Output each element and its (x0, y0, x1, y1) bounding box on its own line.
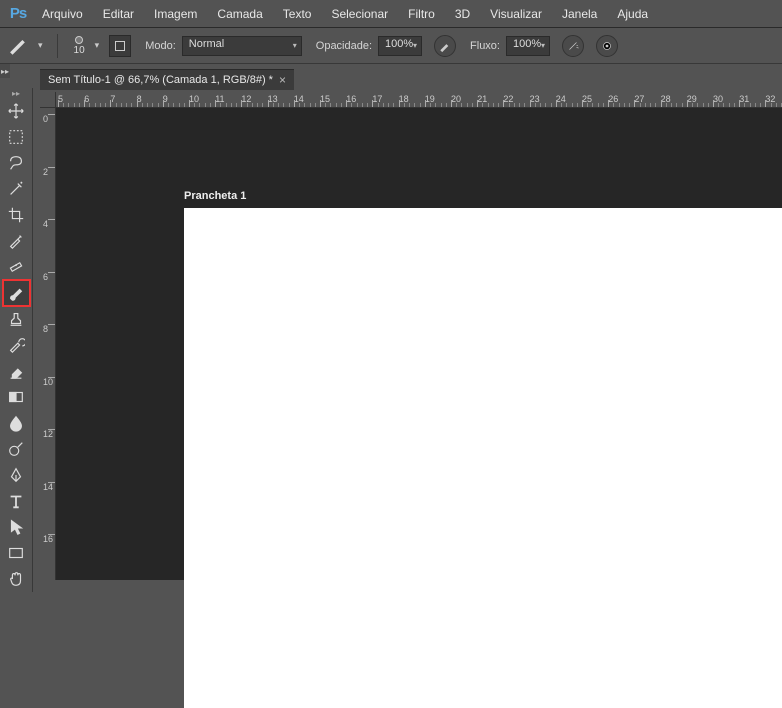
healing-tool[interactable] (3, 254, 30, 280)
app-logo: Ps (4, 3, 32, 25)
panel-collapse-icon[interactable]: ▸▸ (0, 64, 10, 78)
history-brush-tool[interactable] (3, 332, 30, 358)
opacity-label: Opacidade: (316, 40, 372, 52)
eraser-tool[interactable] (3, 358, 30, 384)
eyedropper-tool[interactable] (3, 228, 30, 254)
mode-label: Modo: (145, 40, 176, 52)
airbrush-toggle[interactable] (562, 35, 584, 57)
brush-preset-picker[interactable]: 10 (74, 36, 85, 56)
ruler-tick: 16 (43, 534, 53, 544)
dodge-tool[interactable] (3, 436, 30, 462)
document-tab-title: Sem Título-1 @ 66,7% (Camada 1, RGB/8#) … (48, 74, 273, 86)
ruler-tick: 0 (43, 114, 48, 124)
path-select-tool[interactable] (3, 514, 30, 540)
gradient-tool[interactable] (3, 384, 30, 410)
ruler-vertical[interactable]: 0 2 4 6 8 10 12 14 16 (40, 108, 56, 580)
blur-tool[interactable] (3, 410, 30, 436)
menubar: Ps Arquivo Editar Imagem Camada Texto Se… (0, 0, 782, 28)
close-tab-icon[interactable]: × (279, 73, 286, 87)
chevron-down-icon: ▾ (413, 41, 417, 50)
pressure-size-toggle[interactable] (596, 35, 618, 57)
menu-editar[interactable]: Editar (93, 3, 144, 25)
ruler-tick: 12 (43, 429, 53, 439)
brush-dot-icon (75, 36, 83, 44)
flow-value: 100% (513, 38, 541, 50)
ruler-horizontal[interactable]: 5678910111213141516171819202122232425262… (56, 92, 782, 108)
menu-visualizar[interactable]: Visualizar (480, 3, 552, 25)
brush-dropdown-icon[interactable]: ▾ (91, 40, 104, 51)
pen-tool[interactable] (3, 462, 30, 488)
flow-field[interactable]: 100% ▾ (506, 36, 550, 56)
stamp-tool[interactable] (3, 306, 30, 332)
wand-tool[interactable] (3, 176, 30, 202)
menu-3d[interactable]: 3D (445, 3, 480, 25)
menu-selecionar[interactable]: Selecionar (321, 3, 398, 25)
current-tool-icon[interactable] (6, 35, 28, 57)
marquee-tool[interactable] (3, 124, 30, 150)
brush-panel-toggle[interactable] (109, 35, 131, 57)
lasso-tool[interactable] (3, 150, 30, 176)
brush-size-value: 10 (74, 45, 85, 56)
opacity-value: 100% (385, 38, 413, 50)
work-area: 5678910111213141516171819202122232425262… (40, 92, 782, 580)
ruler-tick: 10 (43, 377, 53, 387)
move-tool[interactable] (3, 98, 30, 124)
chevron-down-icon: ▾ (541, 41, 545, 50)
document-tab[interactable]: Sem Título-1 @ 66,7% (Camada 1, RGB/8#) … (40, 69, 294, 90)
ruler-tick: 4 (43, 219, 48, 229)
brush-tool[interactable] (3, 280, 30, 306)
blend-mode-dropdown[interactable]: Normal ▾ (182, 36, 302, 56)
tool-palette-grip-icon[interactable]: ▸▸ (0, 88, 33, 98)
menu-janela[interactable]: Janela (552, 3, 607, 25)
tool-preset-dropdown-icon[interactable]: ▾ (34, 40, 47, 51)
ruler-tick: 2 (43, 167, 48, 177)
artboard-canvas[interactable] (184, 208, 782, 708)
opacity-field[interactable]: 100% ▾ (378, 36, 422, 56)
hand-tool[interactable] (3, 566, 30, 592)
menu-ajuda[interactable]: Ajuda (607, 3, 658, 25)
ruler-tick: 8 (43, 324, 48, 334)
type-tool[interactable] (3, 488, 30, 514)
ruler-tick: 6 (43, 272, 48, 282)
menu-filtro[interactable]: Filtro (398, 3, 445, 25)
menu-arquivo[interactable]: Arquivo (32, 3, 93, 25)
ruler-tick: 14 (43, 482, 53, 492)
app-logo-text: Ps (10, 5, 26, 22)
menu-camada[interactable]: Camada (207, 3, 272, 25)
ruler-corner (40, 92, 56, 108)
pressure-opacity-toggle[interactable] (434, 35, 456, 57)
blend-mode-value: Normal (189, 38, 224, 50)
divider (57, 34, 58, 58)
optionsbar: ▾ 10 ▾ Modo: Normal ▾ Opacidade: 100% ▾ … (0, 28, 782, 64)
tool-palette: ▸▸ (0, 88, 33, 592)
crop-tool[interactable] (3, 202, 30, 228)
menu-texto[interactable]: Texto (273, 3, 322, 25)
rectangle-tool[interactable] (3, 540, 30, 566)
canvas-background[interactable]: Prancheta 1 (56, 108, 782, 580)
artboard-label[interactable]: Prancheta 1 (184, 190, 246, 202)
flow-label: Fluxo: (470, 40, 500, 52)
chevron-down-icon: ▾ (293, 41, 297, 50)
document-tab-row: Sem Título-1 @ 66,7% (Camada 1, RGB/8#) … (40, 68, 294, 90)
menu-imagem[interactable]: Imagem (144, 3, 207, 25)
